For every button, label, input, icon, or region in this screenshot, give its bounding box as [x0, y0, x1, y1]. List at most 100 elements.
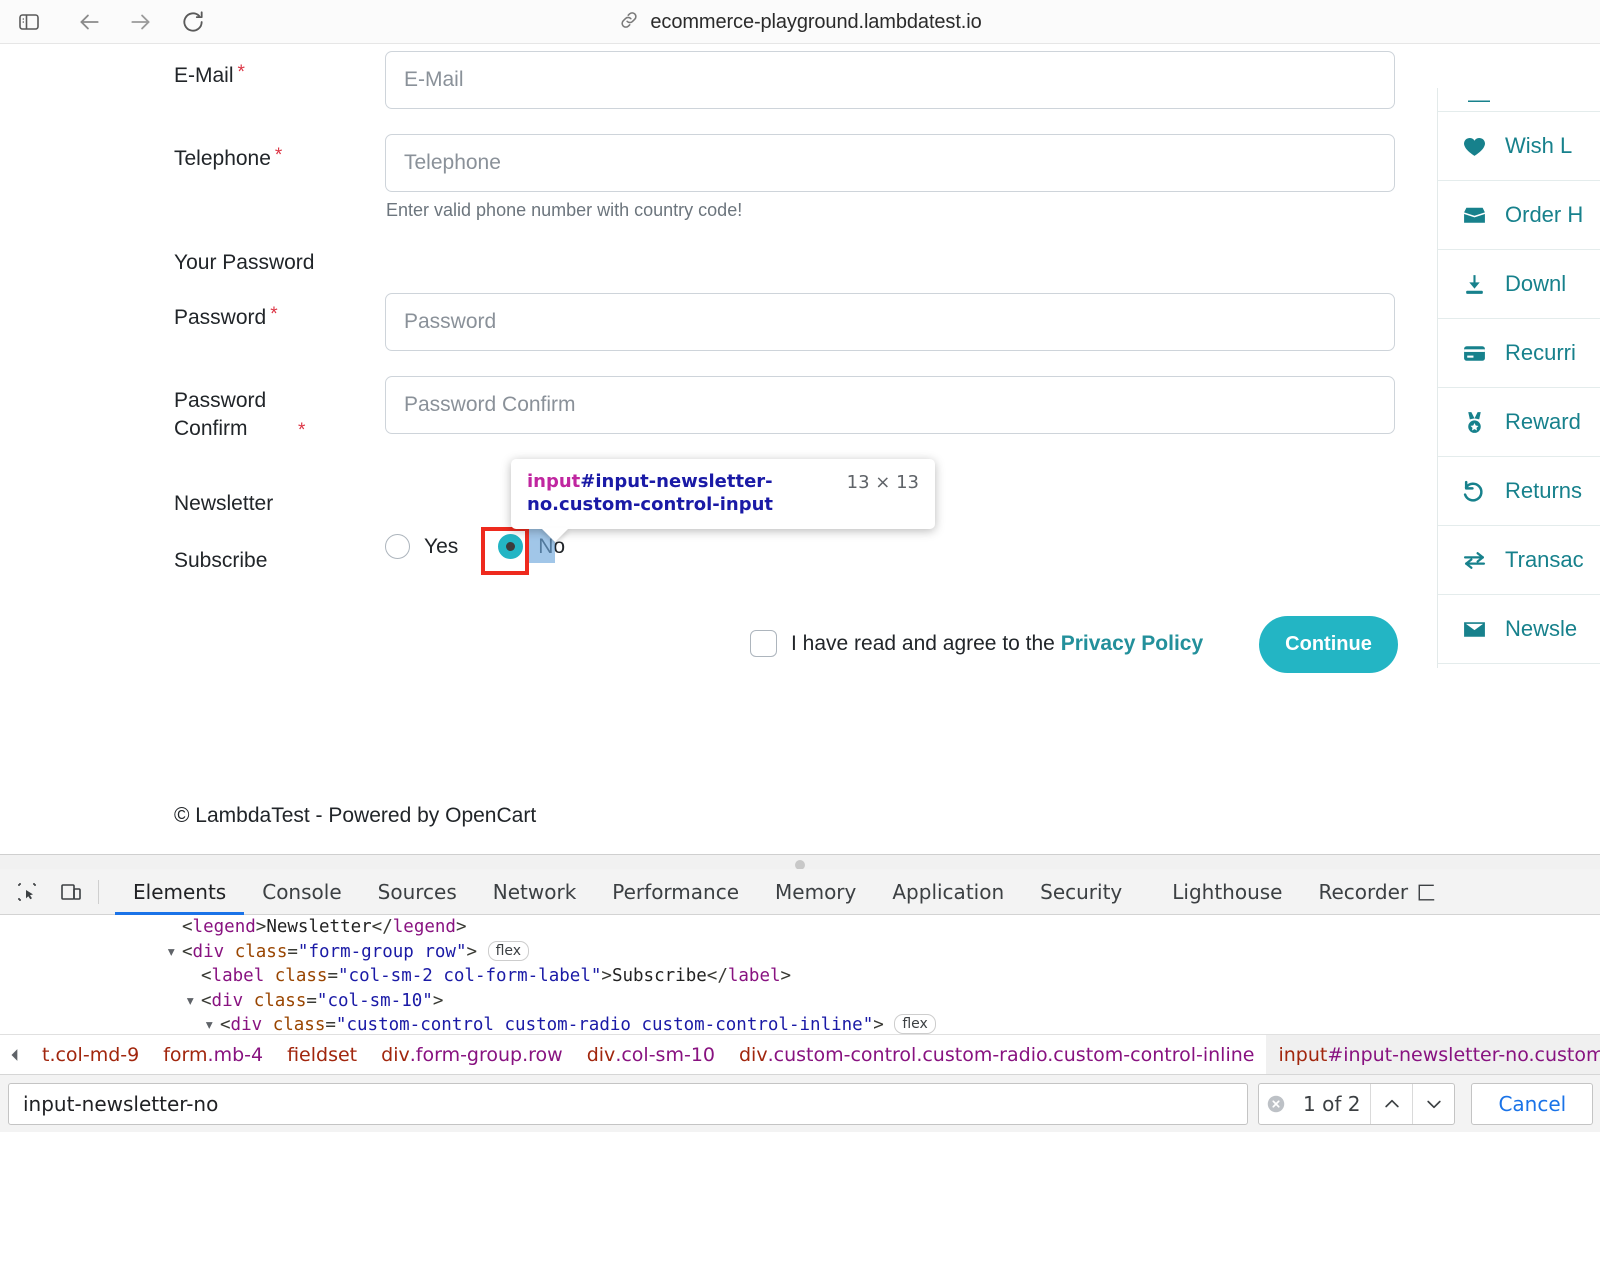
- sidebar-item-label: Returns: [1505, 478, 1582, 504]
- telephone-help-text: Enter valid phone number with country co…: [386, 200, 742, 221]
- tab-sources[interactable]: Sources: [360, 869, 475, 915]
- search-input[interactable]: input-newsletter-no: [8, 1083, 1248, 1125]
- inspect-element-icon[interactable]: [10, 875, 44, 909]
- required-asterisk: *: [275, 145, 282, 173]
- return-icon: [1462, 479, 1487, 504]
- sidebar-item-label: Wish L: [1505, 133, 1572, 159]
- sidebar-item-reward-points[interactable]: Reward: [1438, 388, 1600, 457]
- email-field[interactable]: E-Mail: [385, 51, 1395, 109]
- breadcrumb-item[interactable]: input#input-newsletter-no.custom-control…: [1266, 1035, 1600, 1075]
- newsletter-legend: Newsletter: [174, 490, 273, 518]
- account-side-menu: — Wish L Order H Downl Recurri: [1437, 88, 1600, 668]
- search-tools: 1 of 2: [1258, 1083, 1455, 1125]
- sidebar-item-transactions[interactable]: Transac: [1438, 526, 1600, 595]
- dom-node-row[interactable]: ▾<div class="col-sm-10">: [0, 989, 1600, 1014]
- breadcrumb-tag: div: [739, 1044, 768, 1066]
- breadcrumb-item[interactable]: form.mb-4: [151, 1035, 275, 1075]
- dom-node-row[interactable]: ▾<div class="custom-control custom-radio…: [0, 1013, 1600, 1034]
- forward-icon[interactable]: [124, 7, 158, 37]
- sidebar-item-label: Newsle: [1505, 616, 1577, 642]
- agree-checkbox[interactable]: [750, 630, 777, 657]
- telephone-field[interactable]: Telephone: [385, 134, 1395, 192]
- medal-icon: [1462, 410, 1487, 435]
- tab-elements[interactable]: Elements: [115, 869, 244, 915]
- recorder-glyph-icon: 匚: [1416, 877, 1436, 906]
- footer-copyright: © LambdaTest - Powered by OpenCart: [174, 804, 536, 828]
- search-next-button[interactable]: [1412, 1084, 1454, 1124]
- download-icon: [1462, 272, 1487, 297]
- password-confirm-placeholder: Password Confirm: [404, 393, 576, 417]
- tab-application[interactable]: Application: [874, 869, 1022, 915]
- breadcrumb-item[interactable]: div.custom-control.custom-radio.custom-c…: [727, 1035, 1266, 1075]
- password-confirm-field[interactable]: Password Confirm: [385, 376, 1395, 434]
- email-label: E-Mail: [174, 62, 234, 90]
- dom-node-row[interactable]: <legend>Newsletter</legend>: [0, 915, 1600, 940]
- dom-node-row[interactable]: ▾<div class="form-group row"> flex: [0, 940, 1600, 965]
- telephone-placeholder: Telephone: [404, 151, 501, 175]
- radio-newsletter-yes-label[interactable]: Yes: [424, 535, 458, 559]
- sidebar-item-label: Transac: [1505, 547, 1584, 573]
- sidebar-item-order-history[interactable]: Order H: [1438, 181, 1600, 250]
- breadcrumb-classes: .custom-control.custom-radio.custom-cont…: [768, 1044, 1255, 1066]
- expand-twisty-icon[interactable]: ▾: [204, 1013, 220, 1034]
- password-placeholder: Password: [404, 310, 496, 334]
- dom-tree[interactable]: <legend>Newsletter</legend>▾<div class="…: [0, 915, 1600, 1034]
- search-match-count: 1 of 2: [1293, 1092, 1370, 1116]
- tab-security[interactable]: Security: [1022, 869, 1140, 915]
- sidebar-item-returns[interactable]: Returns: [1438, 457, 1600, 526]
- password-confirm-label-row: Password Confirm *: [174, 387, 364, 442]
- back-icon[interactable]: [72, 7, 106, 37]
- breadcrumb-classes: #input-newsletter-no.custom-control-inpu…: [1327, 1044, 1600, 1066]
- clear-search-icon[interactable]: [1259, 1093, 1293, 1115]
- sidebar-item-downloads[interactable]: Downl: [1438, 250, 1600, 319]
- required-asterisk: *: [238, 62, 245, 90]
- flex-badge[interactable]: flex: [894, 1014, 935, 1034]
- flex-badge[interactable]: flex: [488, 941, 529, 961]
- password-label: Password: [174, 304, 266, 332]
- sidebar-item-wish-list[interactable]: Wish L: [1438, 112, 1600, 181]
- breadcrumb-tag: fieldset: [287, 1044, 357, 1066]
- sidebar-toggle-icon[interactable]: [12, 7, 46, 37]
- tab-console[interactable]: Console: [244, 869, 359, 915]
- continue-button[interactable]: Continue: [1259, 616, 1398, 673]
- breadcrumb-item[interactable]: t.col-md-9: [30, 1035, 151, 1075]
- password-label-row: Password *: [174, 304, 278, 332]
- sidebar-item-newsletter[interactable]: Newsle: [1438, 595, 1600, 664]
- tab-performance[interactable]: Performance: [594, 869, 757, 915]
- tab-recorder[interactable]: Recorder 匚: [1301, 869, 1455, 915]
- envelope-icon: [1462, 617, 1487, 642]
- sidebar-item-label: Downl: [1505, 271, 1566, 297]
- privacy-agree-row: I have read and agree to the Privacy Pol…: [750, 630, 1203, 657]
- device-toolbar-icon[interactable]: [54, 875, 88, 909]
- reload-icon[interactable]: [176, 7, 210, 37]
- breadcrumb-classes: .form-group.row: [410, 1044, 563, 1066]
- sidebar-item-label: Recurri: [1505, 340, 1576, 366]
- agree-text: I have read and agree to the Privacy Pol…: [791, 632, 1203, 656]
- password-field[interactable]: Password: [385, 293, 1395, 351]
- expand-twisty-icon[interactable]: ▾: [166, 940, 182, 965]
- url-text: ecommerce-playground.lambdatest.io: [650, 11, 981, 34]
- breadcrumb-scroll-left-icon[interactable]: [0, 1048, 30, 1062]
- inspector-tooltip-dimensions: 13 × 13: [847, 470, 919, 493]
- sidebar-item-recurring-payments[interactable]: Recurri: [1438, 319, 1600, 388]
- privacy-policy-link[interactable]: Privacy Policy: [1061, 632, 1203, 655]
- breadcrumb-item[interactable]: div.col-sm-10: [575, 1035, 727, 1075]
- breadcrumb-tag: input: [1278, 1044, 1327, 1066]
- tab-memory[interactable]: Memory: [757, 869, 874, 915]
- dom-node-row[interactable]: <label class="col-sm-2 col-form-label">S…: [0, 964, 1600, 989]
- search-prev-button[interactable]: [1370, 1084, 1412, 1124]
- devtools-resize-handle[interactable]: [0, 855, 1600, 869]
- sidebar-item-label: Reward: [1505, 409, 1581, 435]
- tab-network[interactable]: Network: [475, 869, 595, 915]
- search-input-value: input-newsletter-no: [23, 1092, 218, 1116]
- radio-newsletter-yes[interactable]: [385, 534, 410, 559]
- box-icon: [1462, 203, 1487, 228]
- breadcrumb-item[interactable]: div.form-group.row: [369, 1035, 575, 1075]
- tab-lighthouse[interactable]: Lighthouse: [1154, 869, 1300, 915]
- search-cancel-button[interactable]: Cancel: [1471, 1083, 1593, 1125]
- password-confirm-label: Password Confirm: [174, 387, 294, 442]
- radio-newsletter-no[interactable]: [498, 534, 523, 559]
- breadcrumb-item[interactable]: fieldset: [275, 1035, 369, 1075]
- devtools-tab-bar: Elements Console Sources Network Perform…: [0, 869, 1600, 915]
- expand-twisty-icon[interactable]: ▾: [185, 989, 201, 1014]
